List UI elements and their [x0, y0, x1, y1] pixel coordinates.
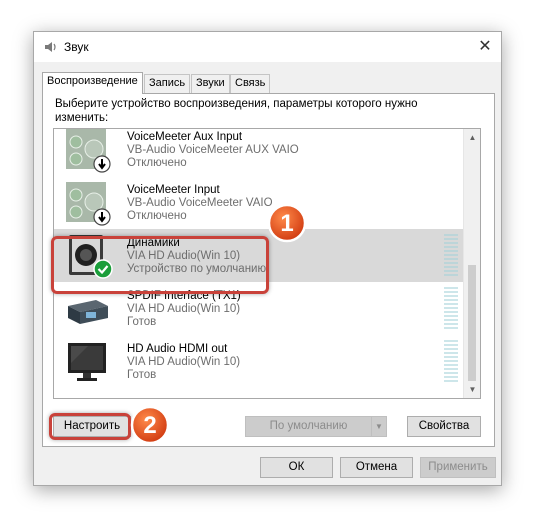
list-scrollbar[interactable]: ▲ ▼ [463, 129, 480, 398]
step-badge-2: 2 [130, 405, 170, 445]
device-driver: VB-Audio VoiceMeeter VAIO [127, 197, 273, 209]
device-name: VoiceMeeter Aux Input [127, 131, 243, 143]
device-driver: VIA HD Audio(Win 10) [127, 356, 241, 368]
highlight-speakers [51, 236, 269, 294]
title-bar: Звук ✕ [34, 32, 501, 62]
device-status: Готов [127, 369, 157, 381]
device-item-voicemeeter-input[interactable]: VoiceMeeter Input VB-Audio VoiceMeeter V… [54, 176, 464, 229]
volume-level-meter [444, 287, 458, 331]
device-driver: VB-Audio VoiceMeeter AUX VAIO [127, 144, 299, 156]
chevron-down-icon[interactable]: ▼ [371, 417, 386, 436]
device-name: VoiceMeeter Input [127, 184, 220, 196]
device-status: Готов [127, 316, 157, 328]
cancel-button[interactable]: Отмена [340, 457, 413, 478]
highlight-configure [49, 413, 131, 440]
set-default-button[interactable]: По умолчанию ▼ [245, 416, 387, 437]
apply-button[interactable]: Применить [420, 457, 496, 478]
close-button[interactable]: ✕ [469, 32, 501, 62]
volume-level-meter [444, 340, 458, 384]
set-default-label: По умолчанию [269, 420, 348, 432]
device-name: HD Audio HDMI out [127, 343, 228, 355]
device-item-voicemeeter-aux[interactable]: VoiceMeeter Aux Input VB-Audio VoiceMeet… [54, 129, 464, 176]
tab-sounds[interactable]: Звуки [191, 74, 230, 93]
tab-playback[interactable]: Воспроизведение [42, 72, 143, 94]
scroll-up-icon[interactable]: ▲ [464, 129, 480, 146]
instruction-text: Выберите устройство воспроизведения, пар… [55, 98, 418, 124]
speaker-title-icon [45, 42, 56, 52]
volume-level-meter [444, 234, 458, 278]
properties-button[interactable]: Свойства [407, 416, 481, 437]
voicemeeter-icon [66, 182, 111, 226]
device-item-hdmi[interactable]: HD Audio HDMI out VIA HD Audio(Win 10) Г… [54, 335, 464, 388]
tab-communications[interactable]: Связь [230, 74, 271, 93]
step-badge-1: 1 [267, 203, 307, 243]
scroll-thumb[interactable] [468, 265, 476, 381]
voicemeeter-icon [66, 129, 111, 173]
step-badge-1-label: 1 [280, 210, 293, 237]
step-badge-2-label: 2 [143, 412, 156, 439]
scroll-down-icon[interactable]: ▼ [464, 381, 480, 398]
window-title: Звук [64, 40, 89, 54]
device-status: Отключено [127, 157, 187, 169]
ok-button[interactable]: ОК [260, 457, 333, 478]
tab-recording[interactable]: Запись [144, 74, 191, 93]
device-status: Отключено [127, 210, 187, 222]
spdif-icon [68, 300, 108, 324]
monitor-icon [68, 343, 106, 381]
device-driver: VIA HD Audio(Win 10) [127, 303, 241, 315]
